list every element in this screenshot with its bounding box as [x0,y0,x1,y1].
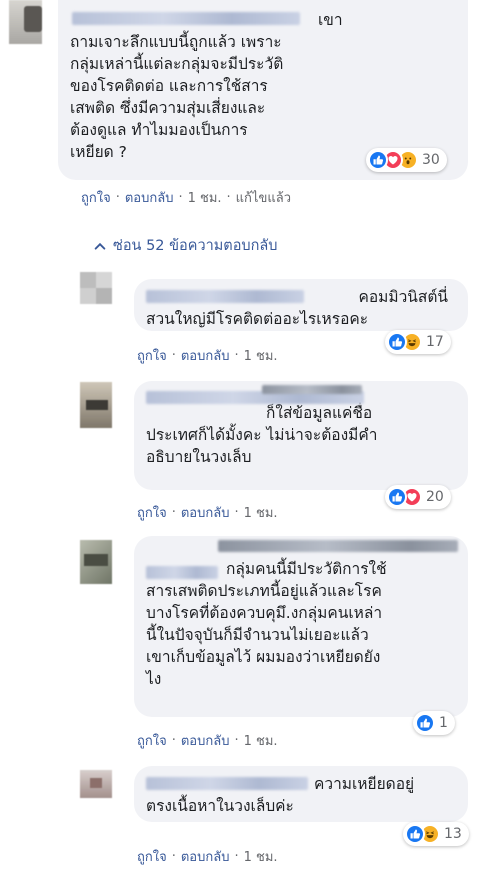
reply-text-rest: ประเทศก็ได้มั้งคะ ไม่น่าจะต้องมีคำ อธิบา… [146,426,378,466]
separator: · [178,190,183,205]
avatar[interactable] [80,382,112,428]
author-name-redacted-extra [218,540,458,552]
like-button[interactable]: ถูกใจ [137,846,167,867]
timestamp[interactable]: 1 ชม. [244,730,278,751]
reply-bubble: กลุ่มคนนี้มีประวัติการใช้ สารเสพติดประเภ… [134,536,468,717]
reaction-count: 1 [439,715,448,731]
separator: · [171,348,176,363]
separator: · [234,849,239,864]
reactions-summary[interactable]: 1 [413,711,455,735]
comment-actions: ถูกใจ · ตอบกลับ · 1 ชม. · แก้ไขแล้ว [81,187,291,208]
timestamp[interactable]: 1 ชม. [188,187,222,208]
author-name-redacted[interactable] [146,777,308,790]
like-button[interactable]: ถูกใจ [137,502,167,523]
reply-bubble: คอมมิวนิสต์นี่ สวนใหญ่มีโรคติดต่ออะไรเหร… [134,279,468,331]
comment-text: เขา ถามเจาะลึกแบบนี้ถูกแล้ว เพราะ กลุ่มเ… [70,11,343,161]
author-name-redacted[interactable] [146,566,218,579]
reply-text-first-line: ก็ใส่ข้อมูลแค่ชื่อ [266,404,373,422]
edited-label[interactable]: แก้ไขแล้ว [236,187,291,208]
like-button[interactable]: ถูกใจ [137,345,167,366]
timestamp[interactable]: 1 ชม. [244,502,278,523]
like-button[interactable]: ถูกใจ [81,187,111,208]
like-icon [368,150,388,170]
like-icon [387,332,407,352]
reply-button[interactable]: ตอบกลับ [125,187,174,208]
reply-actions: ถูกใจ · ตอบกลับ · 1 ชม. [137,345,278,366]
avatar[interactable] [80,770,112,798]
reply-button[interactable]: ตอบกลับ [181,502,230,523]
separator: · [171,733,176,748]
avatar[interactable] [9,0,42,44]
hide-replies-button[interactable]: ซ่อน 52 ข้อความตอบกลับ [93,234,278,257]
separator: · [234,348,239,363]
separator: · [234,733,239,748]
like-icon [415,713,435,733]
reaction-count: 30 [422,152,440,168]
reply-text-rest: สวนใหญ่มีโรคติดต่ออะไรเหรอคะ [146,310,369,328]
reply-text-rest: ตรงเนื้อหาในวงเล็บค่ะ [146,797,294,815]
separator: · [171,505,176,520]
reply-button[interactable]: ตอบกลับ [181,730,230,751]
reply-actions: ถูกใจ · ตอบกลับ · 1 ชม. [137,846,278,867]
chevron-up-icon [94,242,106,250]
reactions-summary[interactable]: 20 [385,485,451,509]
timestamp[interactable]: 1 ชม. [244,345,278,366]
hide-replies-label: ซ่อน 52 ข้อความตอบกลับ [113,238,278,254]
reactions-summary[interactable]: 13 [403,822,469,846]
reply-bubble: ความเหยียดอยู่ ตรงเนื้อหาในวงเล็บค่ะ [134,766,468,822]
author-name-redacted[interactable] [72,12,300,25]
reply-bubble: ก็ใส่ข้อมูลแค่ชื่อ ประเทศก็ได้มั้งคะ ไม่… [134,381,468,490]
reaction-count: 17 [426,334,444,350]
separator: · [115,190,120,205]
reply-button[interactable]: ตอบกลับ [181,846,230,867]
reply-text-rest: สารเสพติดประเภทนี้อยู่แล้วและโรค บางโรคท… [146,582,383,688]
avatar[interactable] [80,272,112,304]
avatar[interactable] [80,540,112,584]
reply-button[interactable]: ตอบกลับ [181,345,230,366]
reaction-count: 20 [426,489,444,505]
reply-actions: ถูกใจ · ตอบกลับ · 1 ชม. [137,730,278,751]
separator: · [234,505,239,520]
like-icon [387,487,407,507]
author-name-redacted[interactable] [146,290,304,303]
author-name-redacted-extra [262,385,362,394]
like-icon [405,824,425,844]
reply-actions: ถูกใจ · ตอบกลับ · 1 ชม. [137,502,278,523]
reactions-summary[interactable]: 30 [366,148,447,172]
reaction-count: 13 [444,826,462,842]
like-button[interactable]: ถูกใจ [137,730,167,751]
reply-text: ก็ใส่ข้อมูลแค่ชื่อ ประเทศก็ได้มั้งคะ ไม่… [146,402,456,468]
reactions-summary[interactable]: 17 [385,330,451,354]
timestamp[interactable]: 1 ชม. [244,846,278,867]
separator: · [171,849,176,864]
separator: · [226,190,231,205]
